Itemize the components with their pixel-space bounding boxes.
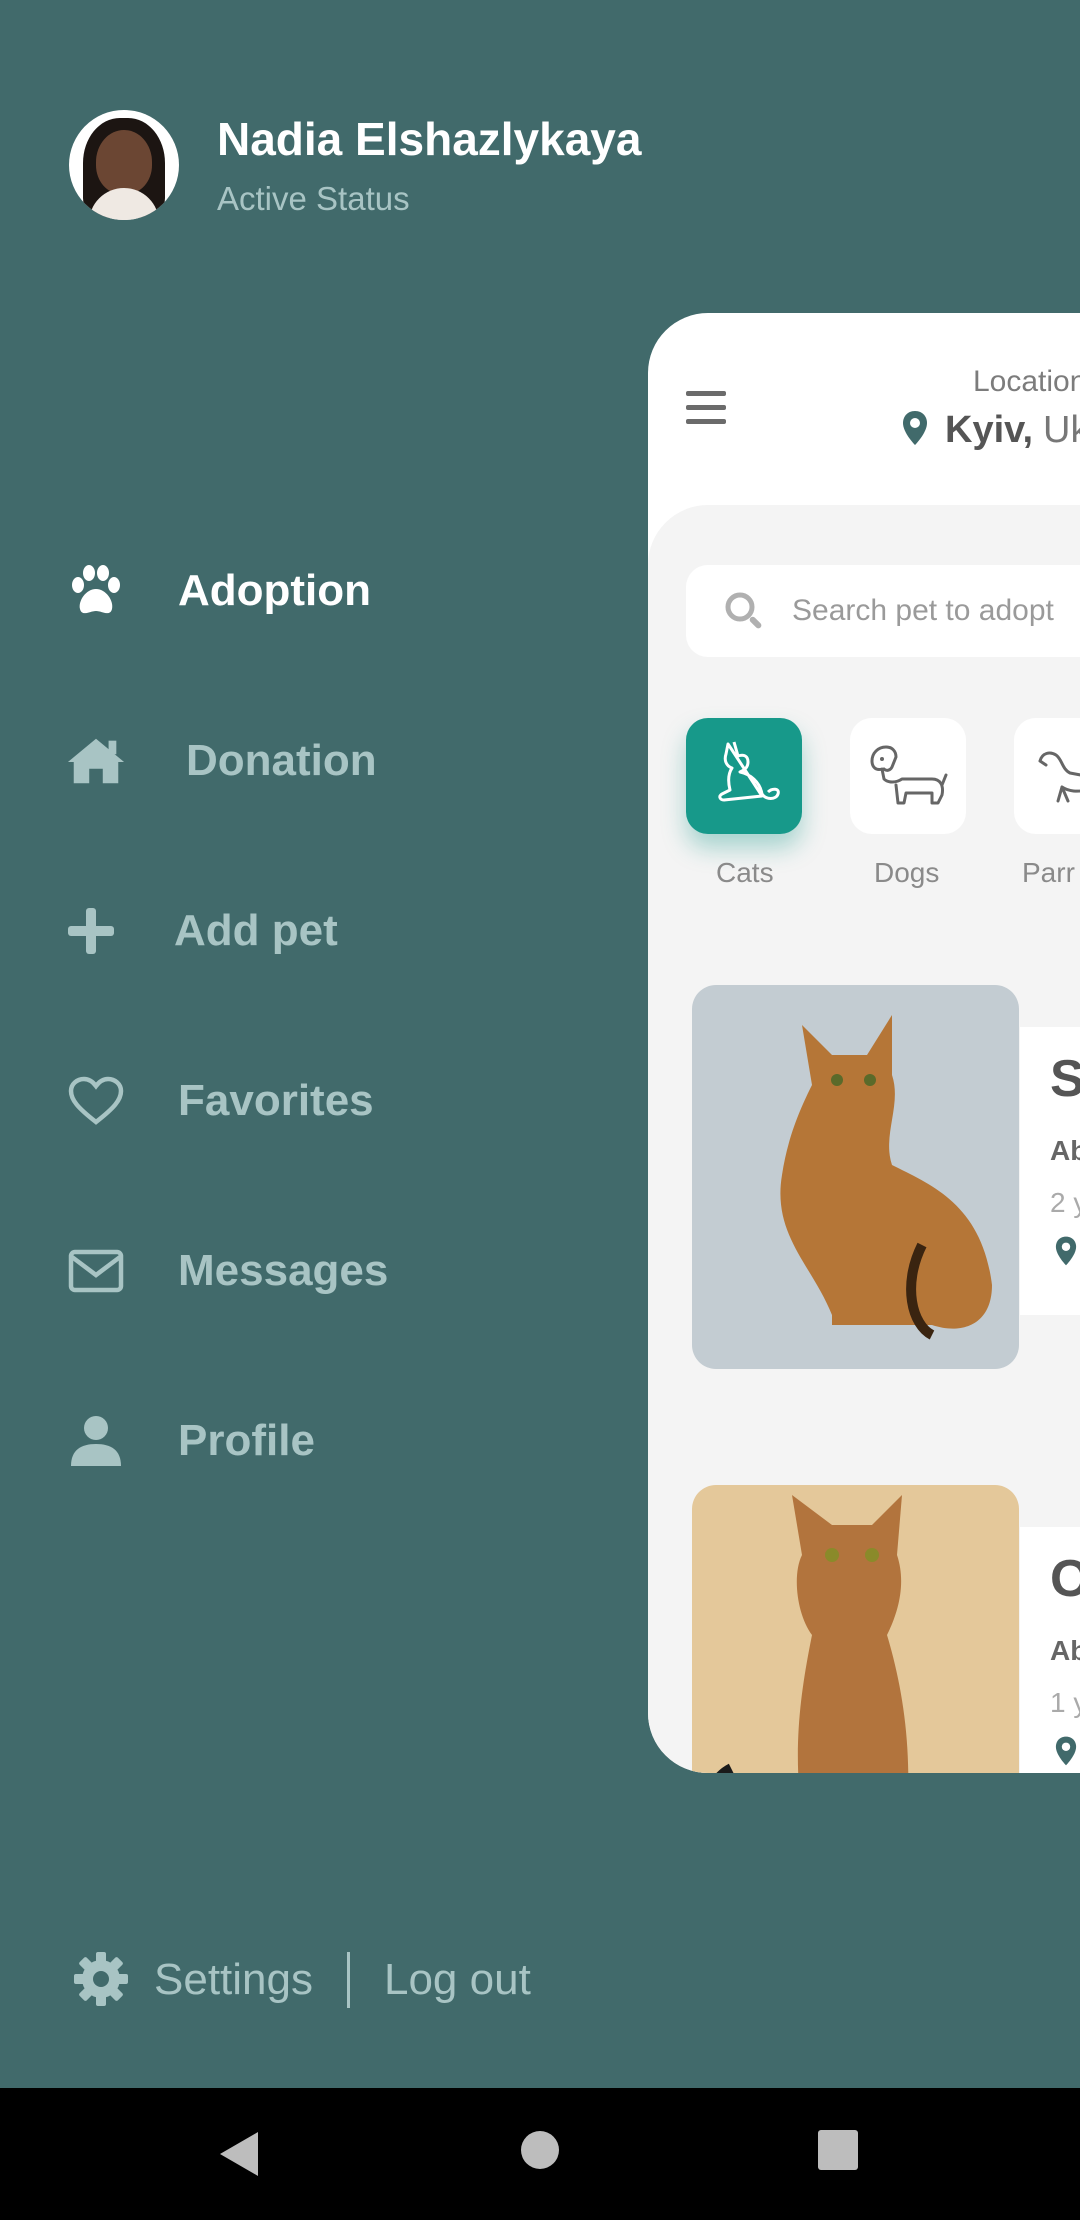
back-icon[interactable]: [218, 2130, 260, 2183]
location-country: Uk: [1043, 409, 1080, 451]
pet-age: 2 y: [1050, 1187, 1080, 1218]
search-placeholder: Search pet to adopt: [792, 594, 1054, 627]
person-icon: [66, 1411, 126, 1471]
menu-label: Adoption: [178, 566, 372, 615]
settings-link[interactable]: Settings: [154, 1955, 313, 2005]
user-name: Nadia Elshazlykaya: [217, 113, 642, 165]
pet-name: O: [1050, 1550, 1080, 1608]
app-preview[interactable]: Location Kyiv, Uk Search pet to adopt Ca…: [648, 313, 1080, 1773]
menu-item-add-pet[interactable]: Add pet: [66, 896, 338, 966]
cat-icon: [704, 734, 784, 819]
hamburger-menu-icon[interactable]: [686, 391, 726, 425]
home-circle-icon[interactable]: [520, 2130, 560, 2175]
user-status: Active Status: [217, 180, 410, 217]
category-parrots[interactable]: [1014, 718, 1080, 834]
menu-label: Messages: [178, 1246, 389, 1295]
pet-card-image[interactable]: [692, 1485, 1019, 1773]
pet-name: S: [1050, 1050, 1080, 1108]
menu-label: Favorites: [178, 1076, 374, 1125]
category-label: Parr: [1022, 857, 1075, 888]
location-pin-icon: [1054, 1235, 1078, 1272]
pet-age: 1 y: [1050, 1687, 1080, 1718]
mail-icon: [66, 1241, 126, 1301]
home-icon: [66, 731, 126, 791]
location-label: Location: [973, 365, 1080, 398]
menu-item-favorites[interactable]: Favorites: [66, 1066, 374, 1136]
menu-item-profile[interactable]: Profile: [66, 1406, 315, 1476]
pet-card-image[interactable]: [692, 985, 1019, 1369]
menu-item-donation[interactable]: Donation: [66, 726, 377, 796]
system-nav-bar: [0, 2088, 1080, 2220]
recents-icon[interactable]: [818, 2130, 858, 2175]
drawer-footer: Settings Log out: [72, 1950, 531, 2010]
category-label: Dogs: [874, 857, 940, 888]
category-label: Cats: [716, 857, 774, 888]
logout-link[interactable]: Log out: [384, 1955, 531, 2005]
search-bar[interactable]: Search pet to adopt: [686, 565, 1080, 657]
menu-label: Donation: [186, 736, 377, 785]
location-pin-icon: [1054, 1735, 1078, 1772]
pet-info-card[interactable]: O Ab 1 y: [1020, 1527, 1080, 1773]
menu-item-messages[interactable]: Messages: [66, 1236, 388, 1306]
parrot-icon: [1032, 739, 1080, 814]
menu-item-adoption[interactable]: Adoption: [66, 556, 371, 626]
category-dogs[interactable]: [850, 718, 966, 834]
dog-icon: [866, 739, 950, 814]
preview-content: Search pet to adopt Cats Dogs Parr S Ab …: [648, 505, 1080, 1773]
gear-icon[interactable]: [72, 1950, 132, 2010]
menu-label: Add pet: [174, 906, 338, 955]
navigation-drawer: Nadia Elshazlykaya Active Status Adoptio…: [0, 0, 1080, 2220]
footer-divider: [346, 1952, 350, 2008]
pet-breed: Ab: [1050, 1135, 1080, 1166]
pet-breed: Ab: [1050, 1635, 1080, 1666]
location-value[interactable]: Kyiv, Uk: [901, 409, 1080, 452]
avatar[interactable]: [69, 110, 179, 220]
plus-icon: [66, 901, 116, 961]
location-pin-icon: [901, 409, 929, 452]
paw-icon: [66, 561, 126, 621]
pet-info-card[interactable]: S Ab 2 y: [1020, 1027, 1080, 1315]
heart-icon: [66, 1071, 126, 1131]
search-icon: [724, 591, 764, 631]
location-city: Kyiv,: [945, 409, 1034, 451]
menu-label: Profile: [178, 1416, 315, 1465]
category-cats[interactable]: [686, 718, 802, 834]
